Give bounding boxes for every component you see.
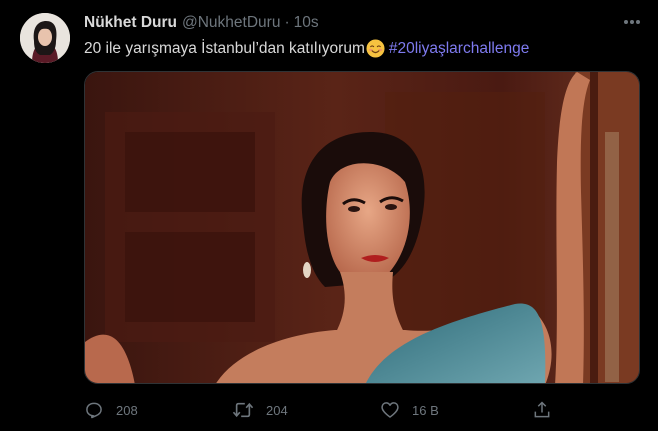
heart-icon [381,402,399,418]
avatar-image [20,13,70,63]
separator-dot: · [284,14,290,31]
retweet-count: 204 [266,402,288,418]
share-button[interactable] [532,398,552,422]
like-count: 16 B [412,402,439,418]
reply-button[interactable]: 208 [84,398,138,422]
tweet[interactable]: Nükhet Duru @NukhetDuru · 10s 20 ile yar… [0,0,658,431]
tweet-photo[interactable] [84,71,640,384]
more-icon [624,20,640,24]
avatar[interactable] [20,13,70,63]
retweet-icon [232,402,254,418]
display-name[interactable]: Nükhet Duru [84,14,177,32]
action-bar: 208 204 16 B [84,398,564,422]
reply-count: 208 [116,402,138,418]
hashtag-link[interactable]: #20liyaşlarchallenge [389,40,529,58]
more-button[interactable] [620,12,644,32]
user-handle[interactable]: @NukhetDuru [182,14,280,32]
share-icon [534,401,550,418]
tweet-body: 20 ile yarışmaya İstanbul’dan katılıyoru… [84,39,365,57]
tweet-header: Nükhet Duru @NukhetDuru · 10s [84,13,319,33]
retweet-button[interactable]: 204 [232,398,288,422]
photo-image [85,72,639,383]
reply-icon [86,402,102,419]
timestamp[interactable]: 10s [294,14,319,32]
smiling-face-emoji-icon [366,39,385,58]
like-button[interactable]: 16 B [380,398,439,422]
tweet-text: 20 ile yarışmaya İstanbul’dan katılıyoru… [84,39,529,58]
